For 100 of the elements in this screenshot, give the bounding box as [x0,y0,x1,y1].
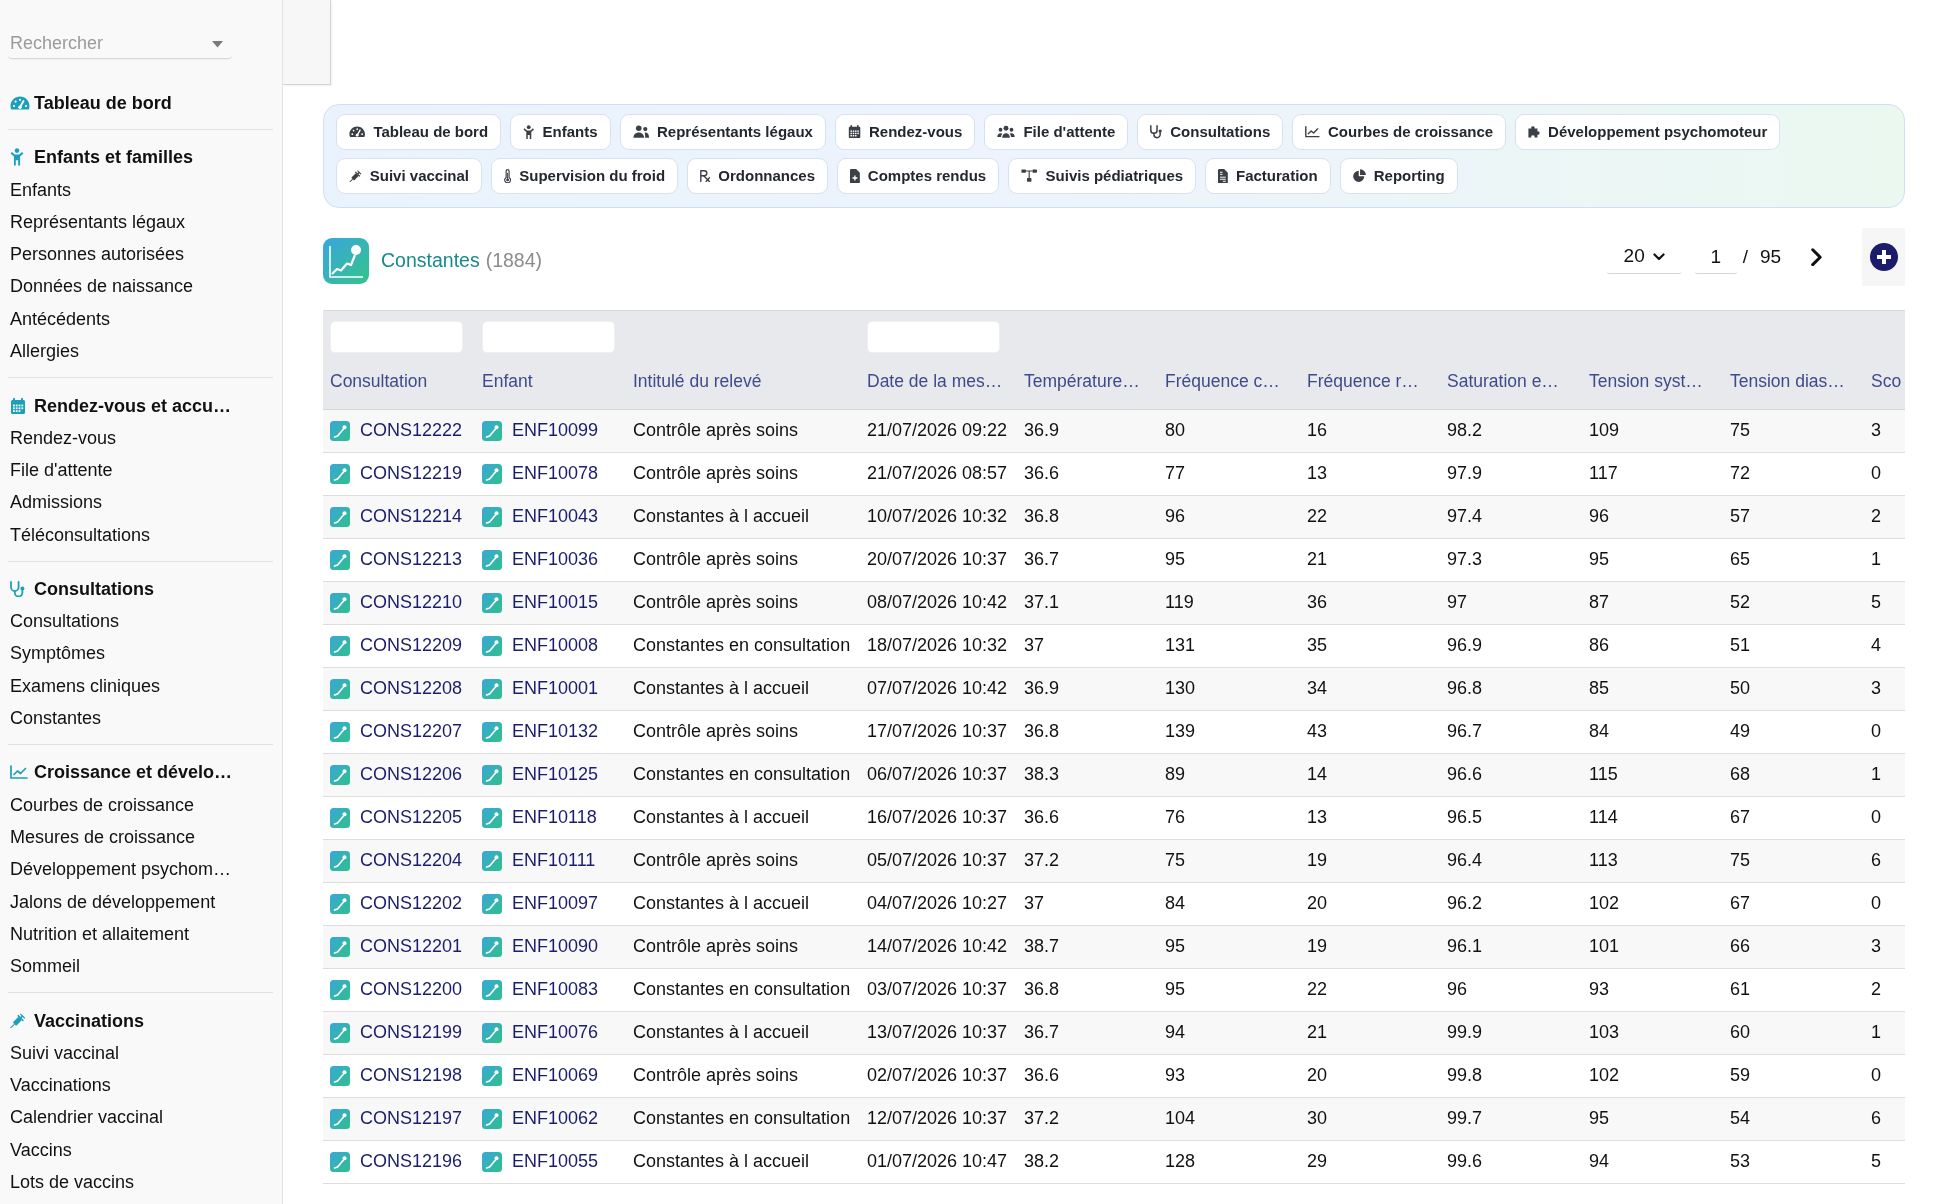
quick-link-button[interactable]: Reporting [1339,158,1458,194]
section-heading[interactable]: Rendez-vous et accu… [34,394,232,417]
table-cell: 36.8 [1017,968,1158,1011]
record-link[interactable]: ENF10097 [512,890,599,917]
section-heading[interactable]: Enfants et familles [34,146,194,169]
quick-link-button[interactable]: Facturation [1205,158,1331,194]
column-header[interactable]: Fréquence c… [1158,353,1300,409]
sidebar-link[interactable]: Jalons de développement [10,885,216,918]
column-header[interactable]: Intitulé du relevé [626,353,860,409]
section-heading[interactable]: Consultations [34,578,154,600]
record-link[interactable]: ENF10118 [512,804,597,831]
sidebar-link[interactable]: Vaccins [10,1133,72,1166]
table-cell: 1 [1864,538,1905,581]
column-header[interactable]: Sco [1864,353,1905,409]
record-link[interactable]: CONS12205 [360,804,463,831]
column-header[interactable]: Enfant [475,353,626,409]
quick-link-button[interactable]: Supervision du froid [491,158,679,194]
sidebar-link[interactable]: Personnes autorisées [10,238,185,271]
sidebar-link[interactable]: Antécédents [10,302,111,336]
record-link[interactable]: CONS12196 [360,1148,463,1175]
record-link[interactable]: CONS12200 [360,976,463,1003]
table-cell: 38.7 [1017,925,1158,968]
table-cell: 21/07/2026 09:22 [860,409,1017,452]
sidebar-link[interactable]: Développement psychom… [10,853,232,886]
section-heading[interactable]: Tableau de bord [34,92,172,115]
quick-link-button[interactable]: Comptes rendus [837,158,1000,194]
quick-link-button[interactable]: Rendez-vous [834,114,976,150]
record-link[interactable]: CONS12209 [360,632,463,659]
record-link[interactable]: ENF10069 [512,1062,599,1089]
page-size-select[interactable]: 20 [1606,240,1682,274]
sidebar-link[interactable]: Courbes de croissance [10,788,195,821]
sidebar-link[interactable]: Données de naissance [10,270,194,303]
record-link[interactable]: CONS12213 [360,546,463,573]
sidebar-link[interactable]: Examens cliniques [10,669,161,703]
table-cell: 113 [1582,839,1723,882]
record-link[interactable]: CONS12202 [360,890,463,917]
column-header[interactable]: Date de la mes… [860,353,1017,409]
sidebar-link[interactable]: Suivi vaccinal [10,1036,120,1069]
quick-link-button[interactable]: Suivi vaccinal [336,158,482,194]
record-link[interactable]: ENF10036 [512,546,599,573]
record-link[interactable]: ENF10078 [512,460,599,487]
table-cell: 36.6 [1017,452,1158,495]
record-link[interactable]: CONS12198 [360,1062,463,1089]
table-cell: 95 [1158,968,1300,1011]
column-header[interactable]: Saturation e… [1440,353,1582,409]
column-header[interactable]: Tension syst… [1582,353,1723,409]
table-cell: 61 [1723,968,1864,1011]
quick-link-button[interactable]: Suivis pédiatriques [1008,158,1197,194]
sidebar-link[interactable]: Enfants [10,173,72,206]
sidebar-link[interactable]: Représentants légaux [10,205,186,239]
section-heading[interactable]: Croissance et dévelo… [34,761,233,784]
sidebar-link[interactable]: Consultations [10,605,120,638]
sidebar-link[interactable]: Vaccinations [10,1069,111,1102]
add-button[interactable] [1862,228,1905,286]
sidebar-link[interactable]: Constantes [10,702,102,735]
table-cell: 0 [1864,796,1905,839]
table-cell: Constantes en consultation [626,1097,860,1140]
column-header[interactable]: Fréquence r… [1300,353,1440,409]
record-link[interactable]: CONS12219 [360,460,463,487]
column-header[interactable]: Température… [1017,353,1158,409]
sidebar-link[interactable]: Mesures de croissance [10,820,196,854]
quick-link-button[interactable]: Développement psychomoteur [1515,114,1781,150]
sidebar-link[interactable]: Allergies [10,335,80,368]
quick-link-button[interactable]: Représentants légaux [619,114,826,150]
record-link[interactable]: ENF10132 [512,718,599,745]
sidebar-link[interactable]: Calendrier vaccinal [10,1101,164,1134]
section-heading[interactable]: Vaccinations [34,1009,145,1032]
chart-tile-icon [330,764,350,785]
quick-link-button[interactable]: Ordonnances [687,158,828,194]
table-cell: 20 [1300,1054,1440,1097]
record-link[interactable]: ENF10008 [512,632,599,659]
sidebar-link[interactable]: Rendez-vous [10,421,117,454]
table-cell: 97.9 [1440,452,1582,495]
chart-tile-icon [482,678,502,699]
search-field[interactable]: Rechercher [8,29,232,59]
quick-link-button[interactable]: Enfants [510,114,611,150]
sidebar-link[interactable]: File d'attente [10,453,113,487]
table-cell: 96.5 [1440,796,1582,839]
table-cell: Constantes en consultation [626,753,860,796]
table-cell: 95 [1582,538,1723,581]
sidebar-link[interactable]: Nutrition et allaitement [10,917,190,951]
sidebar-link[interactable]: Lots de vaccins [10,1165,135,1199]
column-header[interactable]: Consultation [323,353,475,409]
sidebar-link[interactable]: Symptômes [10,637,106,670]
record-link[interactable]: CONS12207 [360,718,463,745]
quick-link-button[interactable]: File d'attente [984,114,1129,150]
sidebar-link[interactable]: Admissions [10,486,103,519]
quick-link-button[interactable]: Consultations [1137,114,1284,150]
next-page-button[interactable] [1811,247,1822,267]
quick-link-button[interactable]: Courbes de croissance [1292,114,1507,150]
table-cell: 54 [1723,1097,1864,1140]
record-count: (1884) [485,248,543,274]
table-cell: 03/07/2026 10:37 [860,968,1017,1011]
record-link[interactable]: ENF10055 [512,1148,599,1175]
record-link[interactable]: ENF10083 [512,976,599,1003]
sidebar-link[interactable]: Téléconsultations [10,518,151,551]
sidebar-link[interactable]: Sommeil [10,950,80,983]
quick-link-button[interactable]: Tableau de bord [336,114,502,150]
column-header[interactable]: Tension dias… [1723,353,1864,409]
page-field[interactable]: 1 [1694,240,1737,274]
